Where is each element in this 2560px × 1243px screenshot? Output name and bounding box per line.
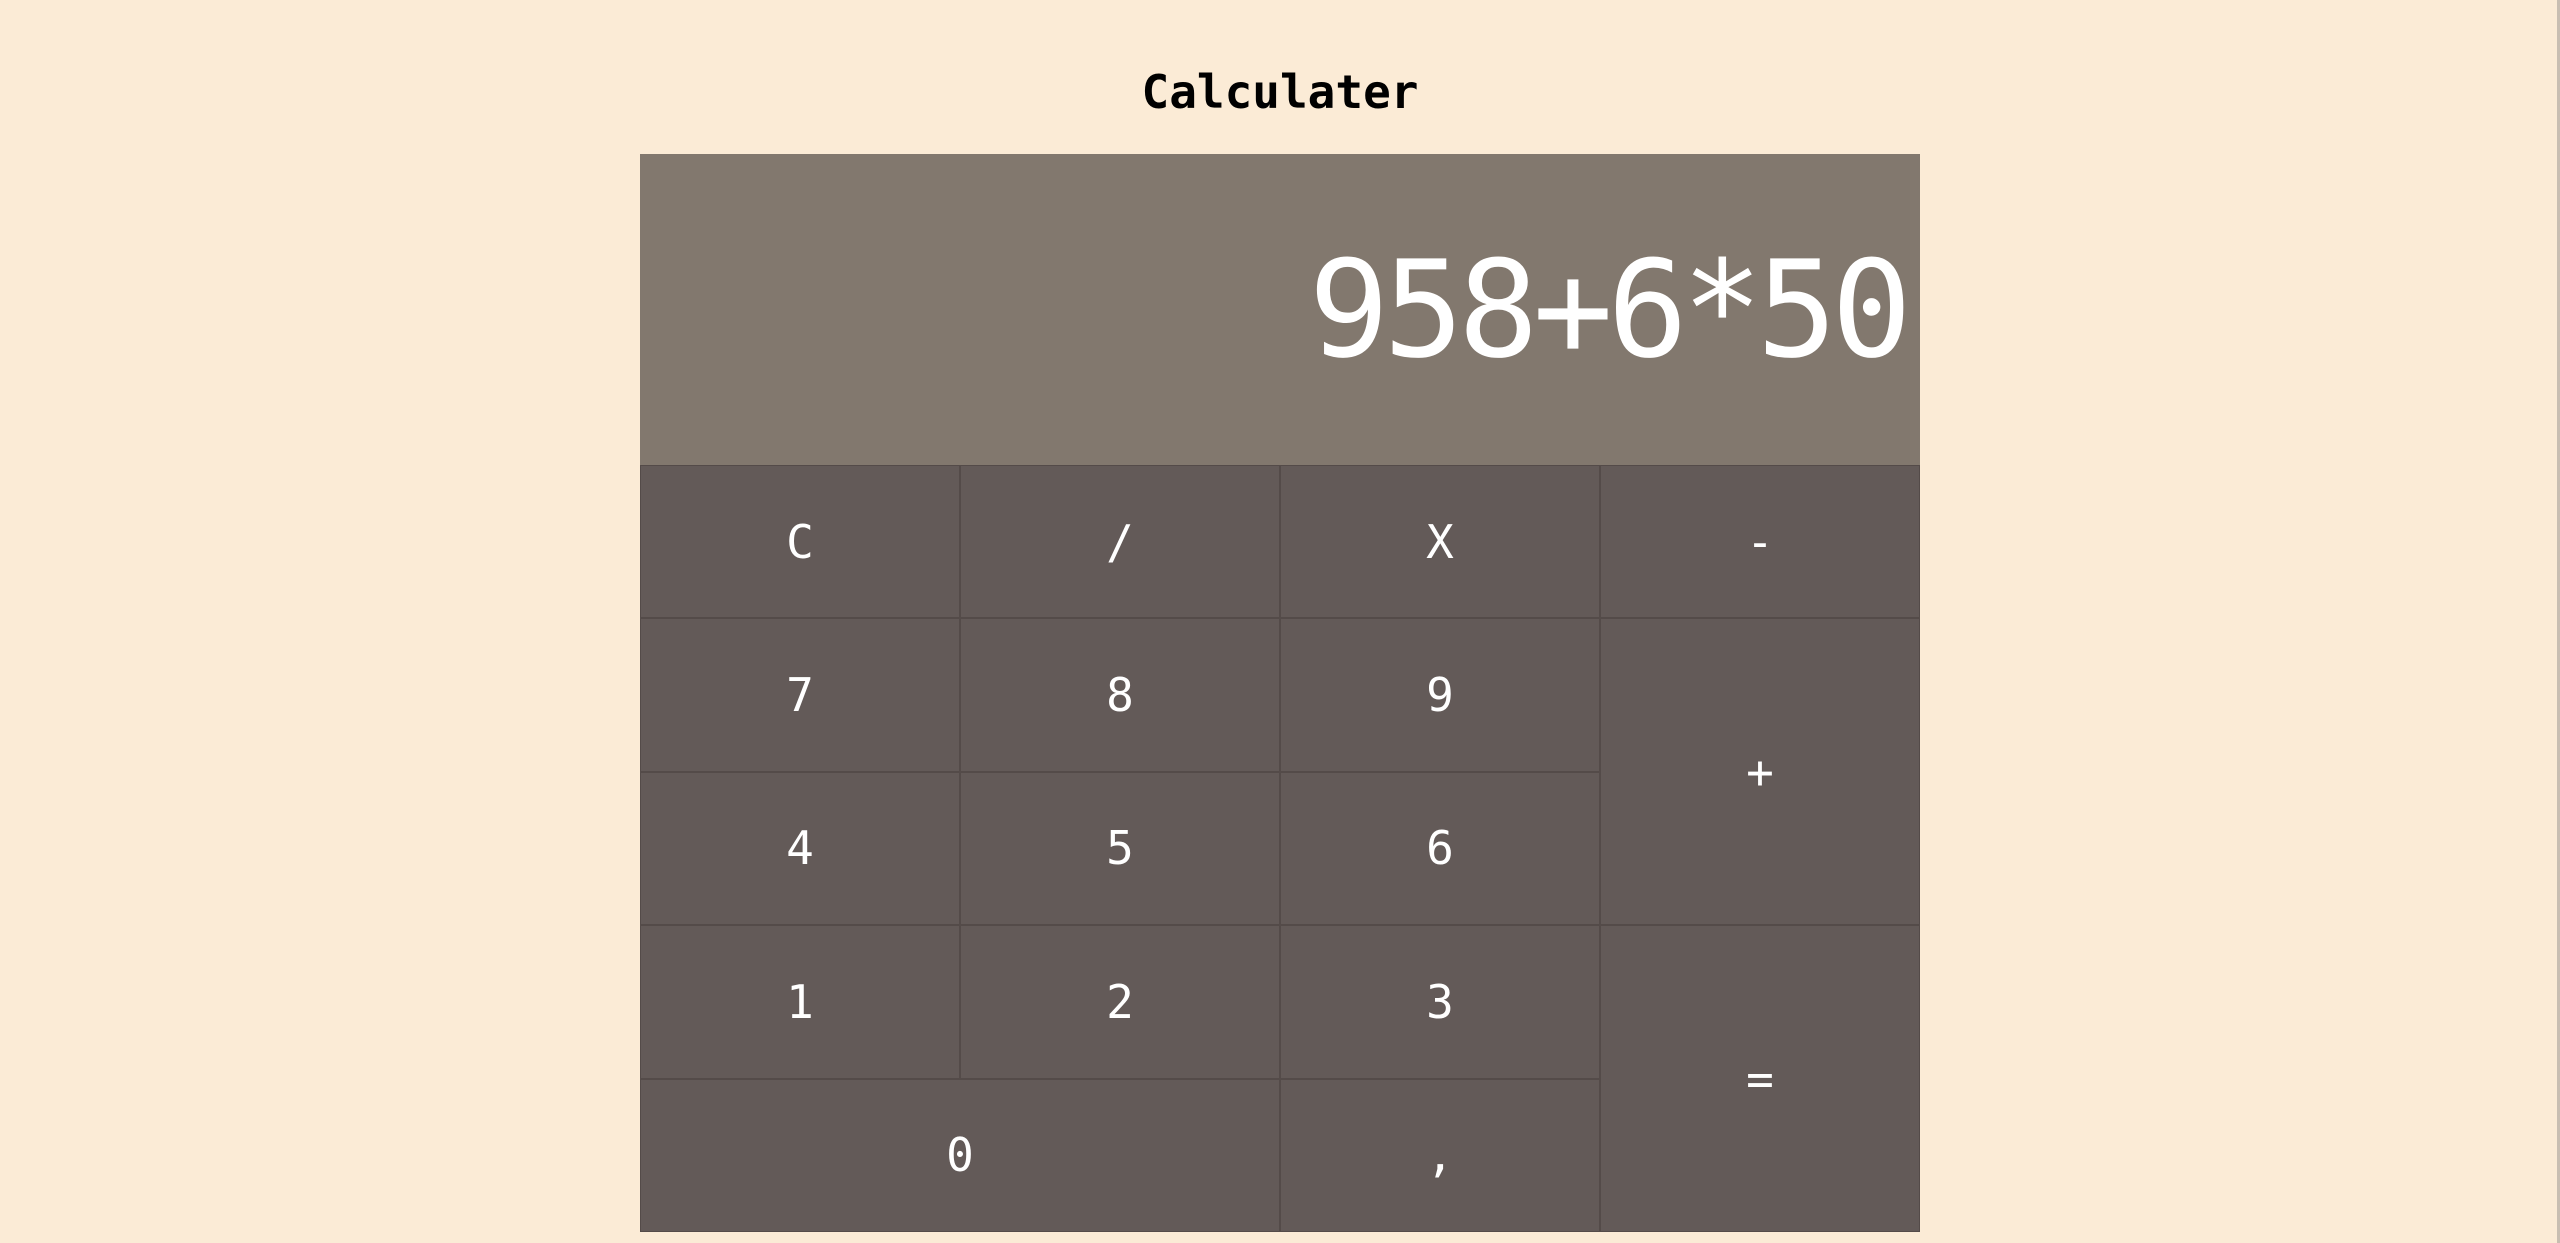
clear-button[interactable]: C [640,465,960,619]
digit-7-button[interactable]: 7 [640,618,960,772]
calculator-display: 958+6*50 [640,154,1920,465]
digit-4-button[interactable]: 4 [640,771,960,926]
digit-6-button[interactable]: 6 [1280,771,1600,926]
digit-3-button[interactable]: 3 [1280,925,1600,1079]
digit-1-button[interactable]: 1 [640,925,960,1079]
digit-8-button[interactable]: 8 [960,618,1280,772]
digit-9-button[interactable]: 9 [1280,618,1600,772]
digit-0-button[interactable]: 0 [640,1078,1280,1232]
multiply-button[interactable]: X [1280,465,1600,619]
divide-button[interactable]: / [960,465,1280,619]
calculator: 958+6*50 C / X - 7 8 9 + 4 5 6 1 2 3 = 0… [640,154,1920,1232]
plus-button[interactable]: + [1600,618,1920,926]
equals-button[interactable]: = [1600,925,1920,1232]
page-title: Calculater [1141,65,1419,119]
digit-5-button[interactable]: 5 [960,771,1280,926]
display-value: 958+6*50 [1308,231,1912,388]
comma-button[interactable]: , [1280,1078,1600,1232]
minus-button[interactable]: - [1600,465,1920,619]
digit-2-button[interactable]: 2 [960,925,1280,1079]
keypad: C / X - 7 8 9 + 4 5 6 1 2 3 = 0 , [640,465,1920,1232]
